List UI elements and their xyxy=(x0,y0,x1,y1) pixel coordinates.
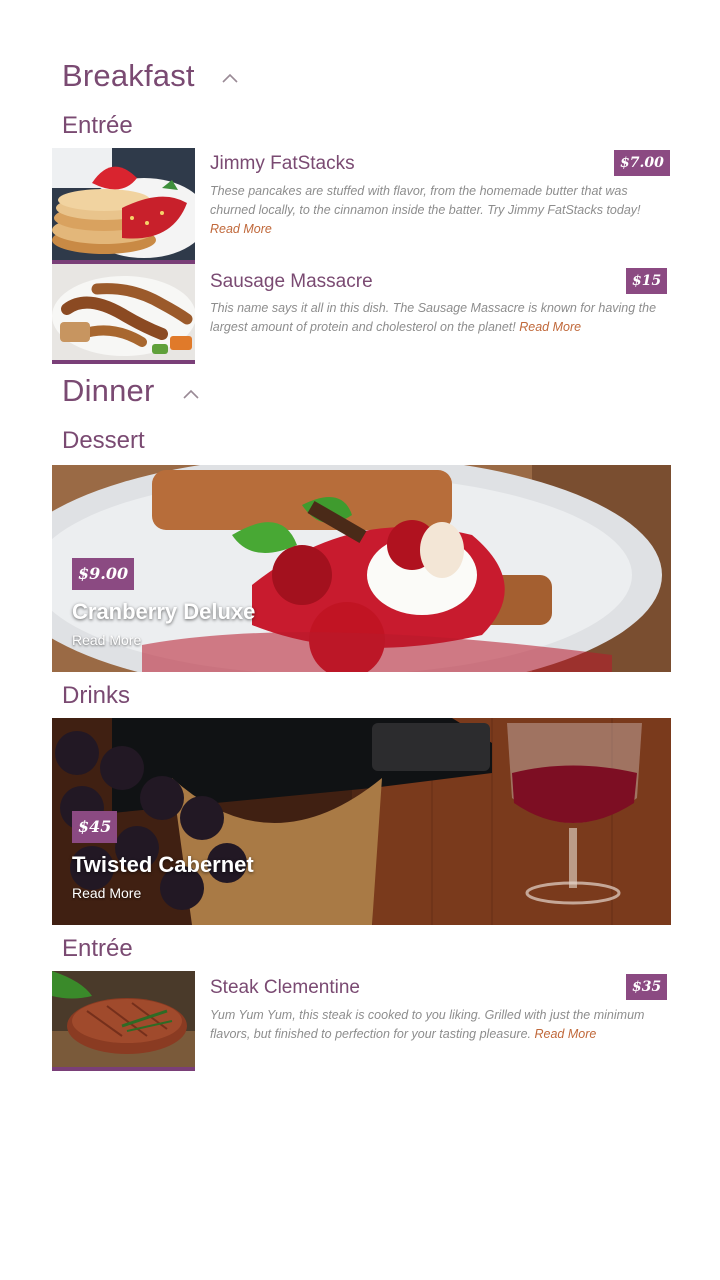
breakfast-heading: Breakfast xyxy=(62,58,195,93)
item-description: This name says it all in this dish. The … xyxy=(210,299,660,337)
price-badge: $45 xyxy=(72,811,118,843)
dessert-label: Dessert xyxy=(62,427,145,454)
breakfast-entree-label: Entrée xyxy=(62,112,133,139)
read-more-link[interactable]: Read More xyxy=(535,1027,597,1041)
drink-banner[interactable] xyxy=(52,718,671,925)
drinks-label: Drinks xyxy=(62,682,131,709)
pancakes-image[interactable] xyxy=(52,148,195,264)
dessert-name[interactable]: Cranberry Deluxe xyxy=(72,599,255,625)
price-badge: $15 xyxy=(626,268,668,294)
read-more-link[interactable]: Read More xyxy=(210,222,272,236)
sausage-image[interactable] xyxy=(52,264,195,364)
description-text: These pancakes are stuffed with flavor, … xyxy=(210,184,641,217)
item-name[interactable]: Sausage Massacre xyxy=(210,271,373,293)
read-more-link[interactable]: Read More xyxy=(72,632,141,648)
dinner-heading: Dinner xyxy=(62,373,155,408)
dessert-banner[interactable] xyxy=(52,465,671,672)
steak-image[interactable] xyxy=(52,971,195,1071)
price-badge: $7.00 xyxy=(614,150,670,176)
dinner-entree-label: Entrée xyxy=(62,935,133,962)
chevron-up-icon[interactable] xyxy=(182,388,200,400)
item-name[interactable]: Jimmy FatStacks xyxy=(210,153,355,175)
item-description: These pancakes are stuffed with flavor, … xyxy=(210,182,660,239)
price-badge: $9.00 xyxy=(72,558,135,590)
description-text: This name says it all in this dish. The … xyxy=(210,301,657,334)
read-more-link[interactable]: Read More xyxy=(519,320,581,334)
item-description: Yum Yum Yum, this steak is cooked to you… xyxy=(210,1006,660,1044)
item-name[interactable]: Steak Clementine xyxy=(210,977,360,999)
price-badge: $35 xyxy=(626,974,668,1000)
read-more-link[interactable]: Read More xyxy=(72,885,141,901)
drink-name[interactable]: Twisted Cabernet xyxy=(72,852,254,878)
chevron-up-icon[interactable] xyxy=(221,72,239,84)
